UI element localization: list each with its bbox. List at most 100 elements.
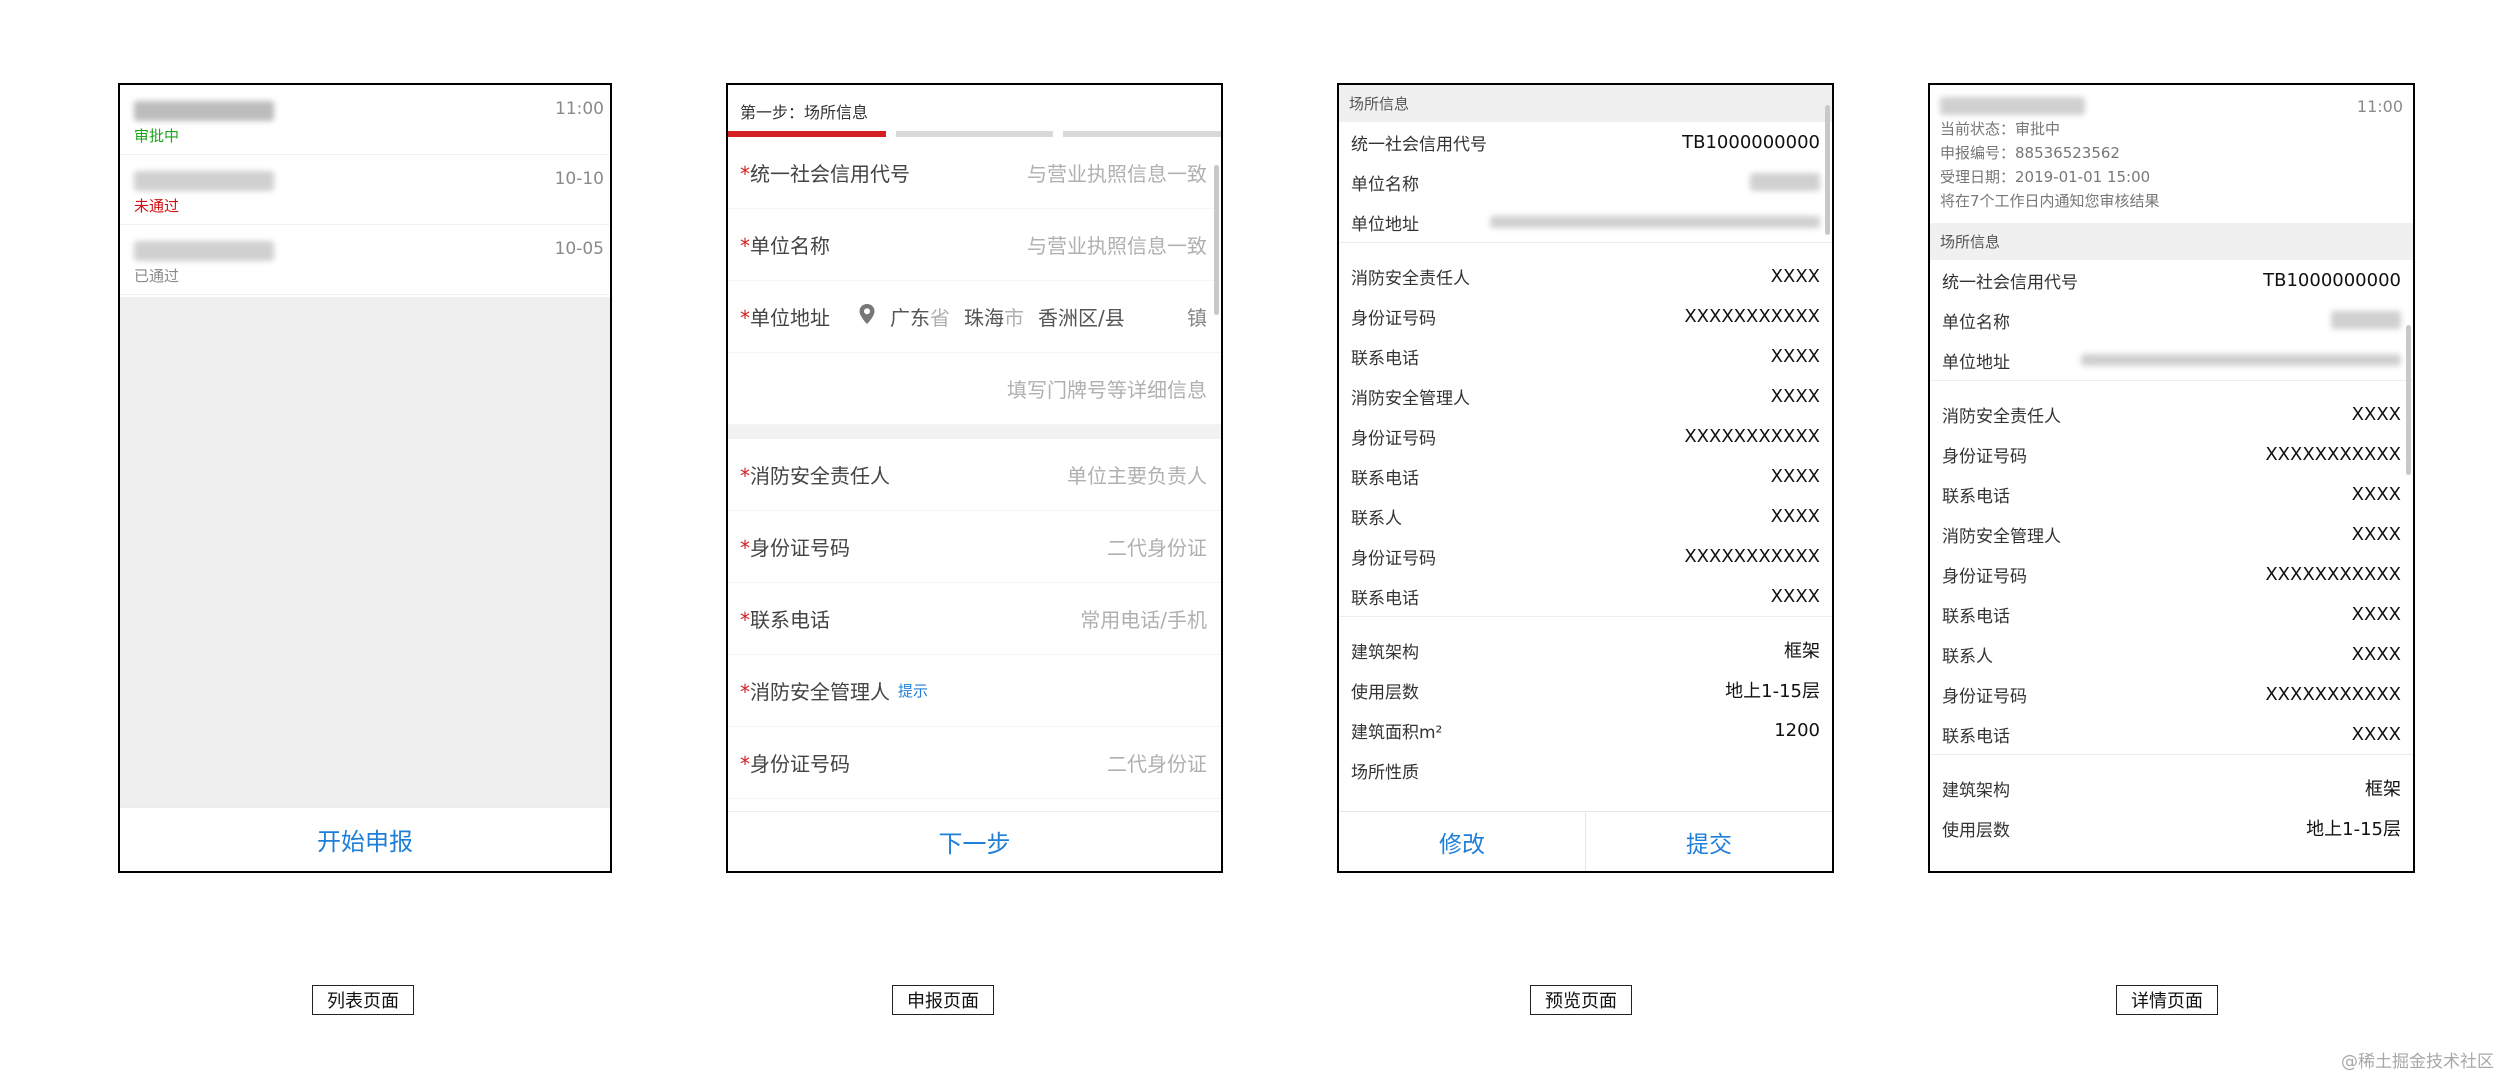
- info-row: 身份证号码 XXXXXXXXXXX: [1351, 425, 1820, 449]
- field-id-number[interactable]: *身份证号码 二代身份证: [728, 511, 1221, 583]
- credit-code-input[interactable]: 与营业执照信息一致: [1027, 158, 1207, 187]
- info-row: 消防安全责任人 XXXX: [1351, 265, 1820, 289]
- info-row: 单位地址: [1930, 340, 2413, 380]
- info-row: 联系电话 XXXX: [1351, 585, 1820, 609]
- id-number-input[interactable]: 二代身份证: [1107, 748, 1207, 777]
- blurred-title: [134, 241, 274, 261]
- info-row: 联系电话 XXXX: [1351, 465, 1820, 489]
- detail-header: 11:00 当前状态：审批中 申报编号：88536523562 受理日期：201…: [1930, 85, 2413, 223]
- phone-input[interactable]: 常用电话/手机: [1080, 604, 1207, 633]
- start-apply-button[interactable]: 开始申报: [120, 807, 610, 871]
- blurred-title: [134, 101, 274, 121]
- city-select[interactable]: 珠海市: [964, 302, 1024, 331]
- field-label: *统一社会信用代号: [740, 162, 910, 186]
- status-badge: 未通过: [134, 197, 180, 215]
- info-row: 身份证号码 XXXXXXXXXXX: [1351, 545, 1820, 569]
- location-pin-icon: [858, 303, 876, 330]
- status-badge: 已通过: [134, 267, 180, 285]
- district-select[interactable]: 香洲区/县: [1038, 302, 1125, 331]
- field-label: *身份证号码: [740, 536, 850, 560]
- company-name-input[interactable]: 与营业执照信息一致: [1027, 230, 1207, 259]
- address-selector[interactable]: 广东省 珠海市 香洲区/县 镇: [858, 302, 1207, 331]
- scrollbar[interactable]: [1825, 105, 1830, 235]
- field-address[interactable]: *单位地址 广东省 珠海市 香洲区/县 镇: [728, 281, 1221, 353]
- info-row: 消防安全管理人 XXXX: [1942, 523, 2401, 547]
- field-company-name[interactable]: *单位名称 与营业执照信息一致: [728, 209, 1221, 281]
- field-credit-code[interactable]: *统一社会信用代号 与营业执照信息一致: [728, 137, 1221, 209]
- field-fire-safety-manager[interactable]: *消防安全管理人 提示: [728, 655, 1221, 727]
- caption-list-page: 列表页面: [312, 985, 414, 1015]
- field-label: *身份证号码: [740, 752, 850, 776]
- date-line: 受理日期：2019-01-01 15:00: [1940, 168, 2151, 186]
- info-row: 单位名称: [1930, 300, 2413, 340]
- info-row: 建筑架构 框架: [1351, 641, 1820, 663]
- info-row: 身份证号码 XXXXXXXXXXX: [1351, 305, 1820, 329]
- info-row: 联系电话 XXXX: [1942, 603, 2401, 627]
- section-divider: [728, 425, 1221, 439]
- info-row: 联系电话 XXXX: [1942, 483, 2401, 507]
- blurred-value: [1750, 173, 1820, 191]
- caption-detail-page: 详情页面: [2116, 985, 2218, 1015]
- empty-area: [120, 297, 610, 807]
- preview-actions: 修改 提交: [1339, 811, 1832, 871]
- blurred-title: [1940, 96, 2085, 115]
- address-detail-input[interactable]: 填写门牌号等详细信息: [1007, 374, 1207, 403]
- blurred-title: [134, 171, 274, 191]
- caption-apply-page: 申报页面: [892, 985, 994, 1015]
- section-title: 场所信息: [1930, 223, 2413, 260]
- list-page-screen: 11:00 审批中 10-10 未通过 10-05 已通过 开始申报: [118, 83, 612, 873]
- info-row: 使用层数 地上1-15层: [1942, 819, 2401, 841]
- detail-time: 11:00: [2356, 97, 2403, 116]
- info-row: 身份证号码 XXXXXXXXXXX: [1942, 683, 2401, 707]
- item-time: 10-10: [554, 169, 604, 189]
- hint-link[interactable]: 提示: [898, 680, 928, 701]
- section-divider: [1930, 754, 2413, 768]
- field-label: *单位名称: [740, 234, 830, 258]
- list-item[interactable]: 11:00 审批中: [120, 85, 610, 155]
- info-row: 单位名称: [1339, 162, 1832, 202]
- field-fire-safety-responsible[interactable]: *消防安全责任人 单位主要负责人: [728, 439, 1221, 511]
- id-number-input[interactable]: 二代身份证: [1107, 532, 1207, 561]
- number-line: 申报编号：88536523562: [1940, 144, 2120, 162]
- field-label: *消防安全责任人: [740, 464, 890, 488]
- info-row: 建筑面积m² 1200: [1351, 719, 1820, 743]
- responsible-input[interactable]: 单位主要负责人: [1067, 460, 1207, 489]
- next-step-button[interactable]: 下一步: [728, 811, 1221, 871]
- info-row: 统一社会信用代号 TB1000000000: [1942, 269, 2401, 293]
- preview-page-screen: 场所信息 统一社会信用代号 TB1000000000 单位名称 单位地址 消防安全…: [1337, 83, 1834, 873]
- status-line: 当前状态：审批中: [1940, 120, 2061, 138]
- scrollbar[interactable]: [1214, 165, 1219, 315]
- apply-page-screen: 第一步：场所信息 *统一社会信用代号 与营业执照信息一致 *单位名称 与营业执照…: [726, 83, 1223, 873]
- info-row: 联系电话 XXXX: [1351, 345, 1820, 369]
- field-id-number-2[interactable]: *身份证号码 二代身份证: [728, 727, 1221, 799]
- field-label: *单位地址: [740, 306, 830, 330]
- info-row: 联系人 XXXX: [1351, 505, 1820, 529]
- field-label: *联系电话: [740, 608, 830, 632]
- info-row: 场所性质: [1351, 762, 1419, 783]
- blurred-value: [1490, 216, 1820, 228]
- list-item[interactable]: 10-10 未通过: [120, 155, 610, 225]
- section-divider: [1930, 380, 2413, 394]
- info-row: 身份证号码 XXXXXXXXXXX: [1942, 563, 2401, 587]
- info-row: 联系电话 XXXX: [1942, 723, 2401, 747]
- info-row: 统一社会信用代号 TB1000000000: [1351, 131, 1820, 155]
- info-row: 身份证号码 XXXXXXXXXXX: [1942, 443, 2401, 467]
- caption-preview-page: 预览页面: [1530, 985, 1632, 1015]
- town-select[interactable]: 镇: [1187, 302, 1207, 331]
- submit-button[interactable]: 提交: [1586, 812, 1832, 871]
- scrollbar[interactable]: [2406, 325, 2411, 475]
- item-time: 11:00: [555, 99, 604, 119]
- info-row: 单位地址: [1339, 202, 1832, 242]
- edit-button[interactable]: 修改: [1339, 812, 1586, 871]
- item-time: 10-05: [554, 239, 604, 259]
- province-select[interactable]: 广东省: [890, 302, 950, 331]
- field-phone[interactable]: *联系电话 常用电话/手机: [728, 583, 1221, 655]
- list-item[interactable]: 10-05 已通过: [120, 225, 610, 295]
- info-row: 使用层数 地上1-15层: [1351, 681, 1820, 703]
- info-row: 消防安全责任人 XXXX: [1942, 403, 2401, 427]
- step-title: 第一步：场所信息: [740, 103, 869, 122]
- field-address-detail[interactable]: 填写门牌号等详细信息: [728, 353, 1221, 425]
- notice-line: 将在7个工作日内通知您审核结果: [1940, 192, 2160, 210]
- watermark: @稀土掘金技术社区: [2341, 1052, 2494, 1072]
- detail-page-screen: 11:00 当前状态：审批中 申报编号：88536523562 受理日期：201…: [1928, 83, 2415, 873]
